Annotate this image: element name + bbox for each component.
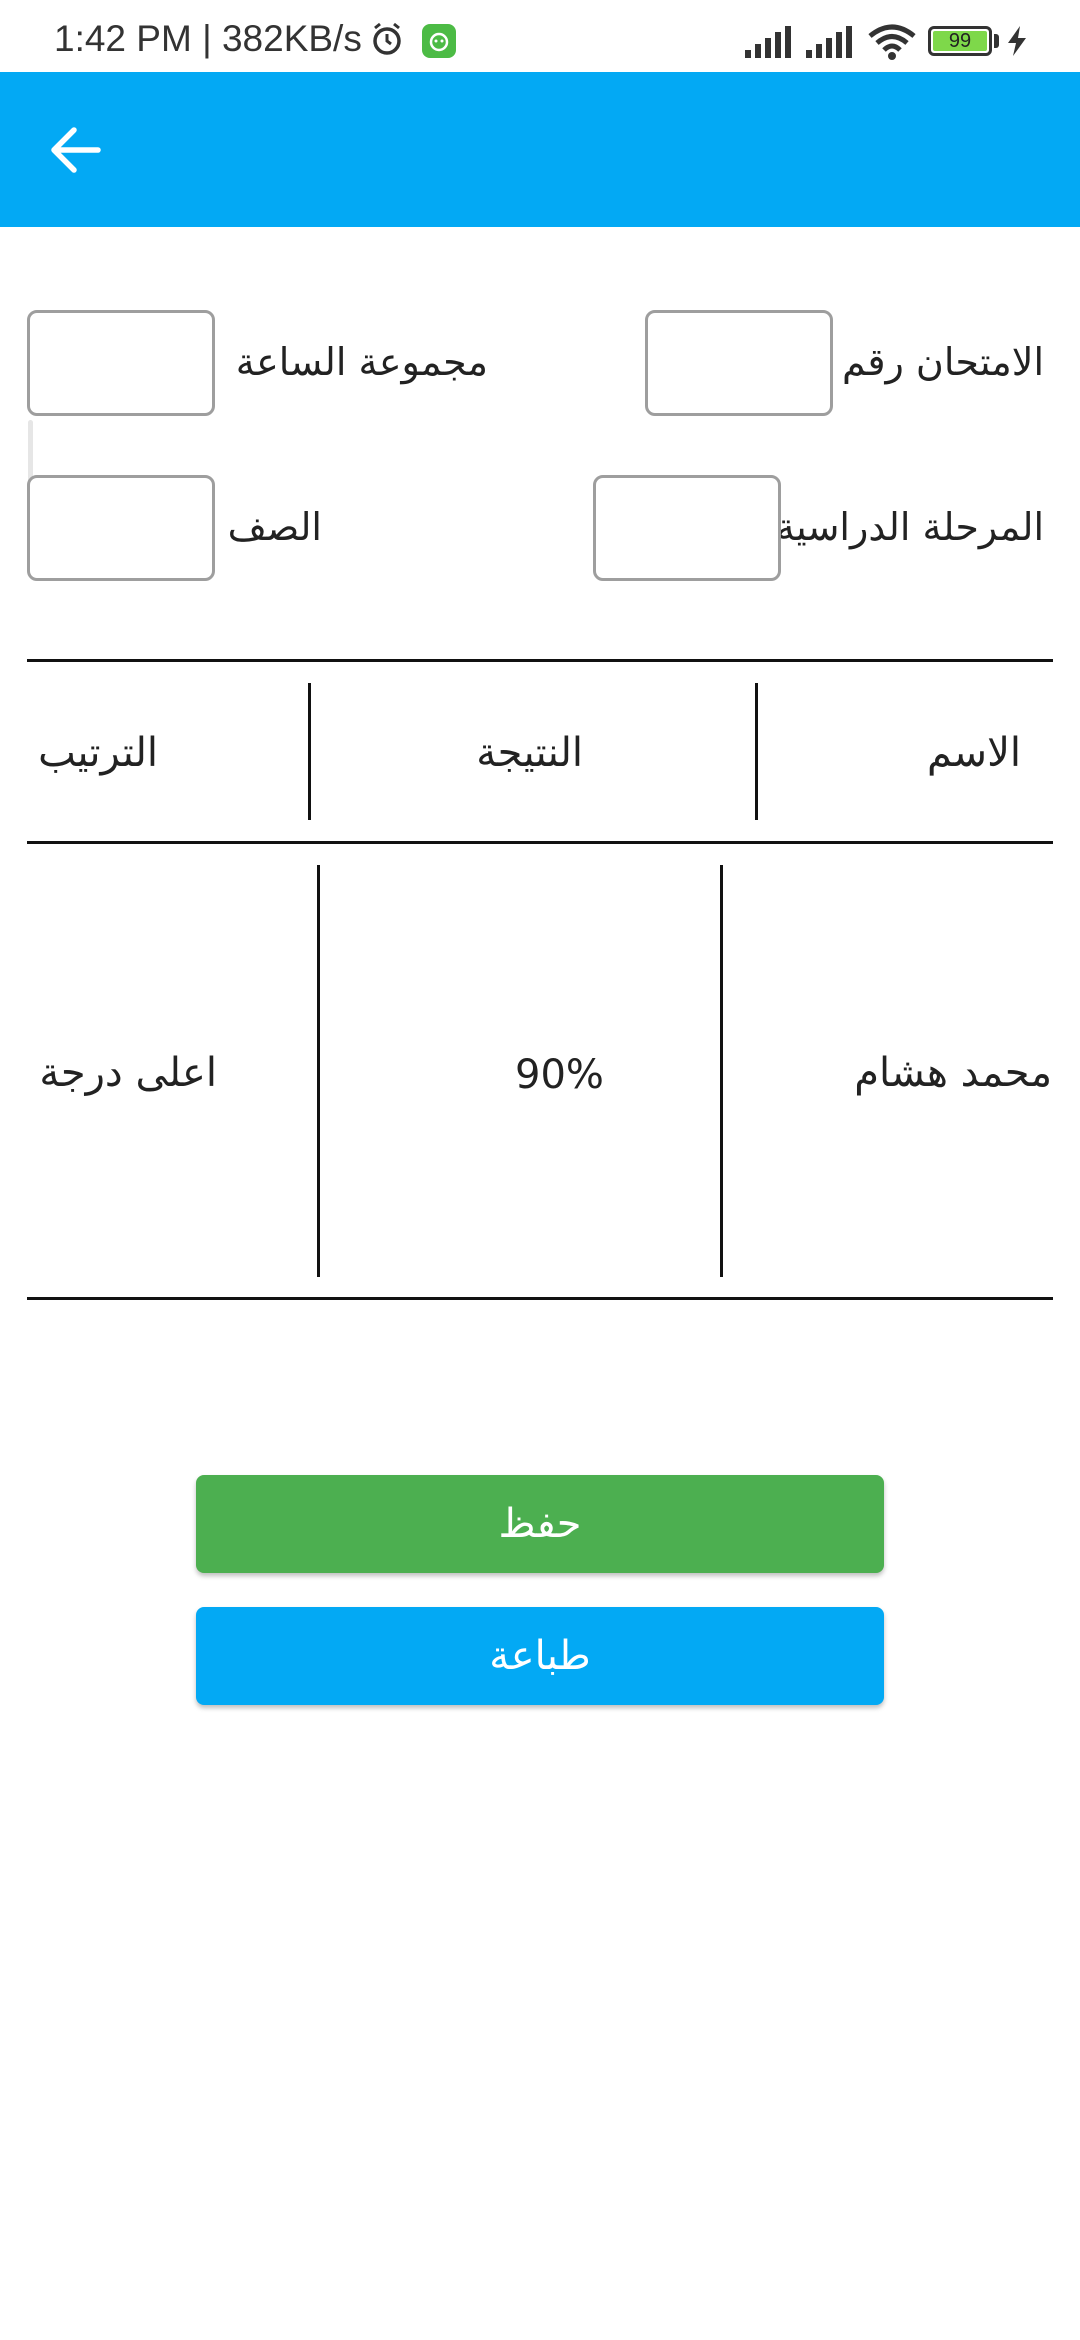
hour-group-field[interactable] <box>27 310 215 416</box>
class-field[interactable] <box>27 475 215 581</box>
exam-number-label: الامتحان رقم <box>842 340 1044 384</box>
charging-icon <box>1006 26 1028 60</box>
alarm-icon <box>370 22 404 56</box>
header-result: النتيجة <box>476 730 583 776</box>
row-rank: اعلى درجة <box>39 1050 217 1096</box>
battery-icon: 99 <box>928 26 992 56</box>
class-label: الصف <box>227 505 322 549</box>
row-divider <box>317 865 320 1277</box>
table-bottom-border <box>27 1297 1053 1300</box>
header-bottom-border <box>27 841 1053 844</box>
status-bar: 1:42 PM | 382KB/s 99 <box>0 0 1080 72</box>
app-notification-icon <box>422 24 456 58</box>
signal-icon <box>806 26 856 62</box>
save-button[interactable]: حفظ <box>196 1475 884 1573</box>
arrow-back-icon <box>51 127 101 173</box>
row-divider <box>720 865 723 1277</box>
app-bar <box>0 72 1080 227</box>
signal-icon <box>745 26 795 62</box>
exam-number-field[interactable] <box>645 310 833 416</box>
battery-tip <box>994 34 999 48</box>
status-time: 1:42 PM | 382KB/s <box>54 18 362 59</box>
header-rank: الترتيب <box>38 730 158 776</box>
battery-level: 99 <box>948 30 972 52</box>
row-name: محمد هشام <box>854 1050 1052 1096</box>
stage-field[interactable] <box>593 475 781 581</box>
hour-group-label: مجموعة الساعة <box>235 340 488 384</box>
header-name: الاسم <box>926 730 1021 776</box>
back-button[interactable] <box>40 120 112 180</box>
print-button[interactable]: طباعة <box>196 1607 884 1705</box>
table-top-border <box>27 659 1053 662</box>
wifi-icon <box>868 24 916 64</box>
header-divider <box>755 683 758 820</box>
row-result: 90% <box>515 1052 604 1098</box>
stage-label: المرحلة الدراسية <box>775 505 1044 549</box>
header-divider <box>308 683 311 820</box>
